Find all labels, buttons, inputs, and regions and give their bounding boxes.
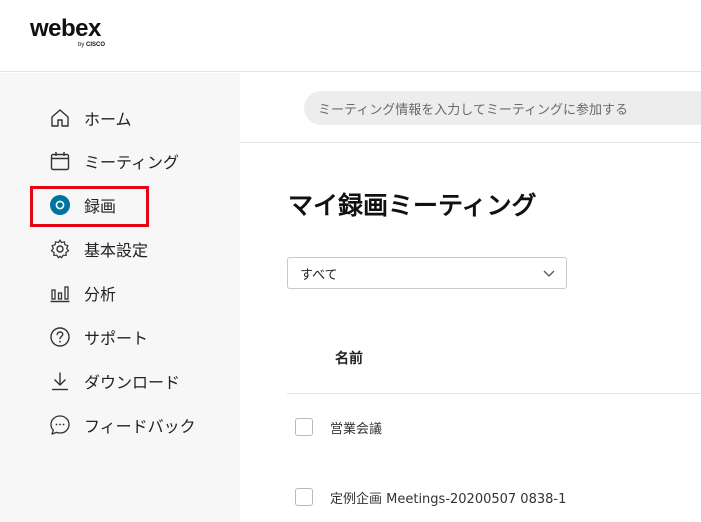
sidebar-item-label: 分析: [84, 285, 117, 304]
row-checkbox[interactable]: [295, 418, 313, 436]
sidebar-item-home[interactable]: ホーム: [48, 102, 132, 134]
divider: [287, 393, 701, 394]
sidebar-item-feedback[interactable]: フィードバック: [48, 409, 196, 441]
help-icon: [48, 325, 72, 349]
search-placeholder: ミーティング情報を入力してミーティングに参加する: [318, 102, 629, 118]
column-header-name[interactable]: 名前: [335, 348, 363, 368]
sidebar-item-label: ダウンロード: [84, 373, 181, 392]
page-title: マイ録画ミーティング: [288, 191, 537, 220]
sidebar-item-label: ホーム: [84, 110, 132, 129]
main-content: ミーティング情報を入力してミーティングに参加する マイ録画ミーティング すべて …: [240, 73, 701, 522]
webex-logo[interactable]: webex by CISCO: [30, 15, 105, 49]
logo-text: webex: [30, 15, 101, 42]
logo-subtext: by CISCO: [78, 42, 106, 48]
chat-bubble-icon: [48, 413, 72, 437]
table-row[interactable]: 定例企画 Meetings-20200507 0838-1: [295, 486, 566, 508]
sidebar-item-label: サポート: [84, 329, 149, 348]
top-header: webex by CISCO: [0, 0, 701, 72]
calendar-icon: [48, 149, 72, 173]
recording-name[interactable]: 営業会議: [330, 418, 382, 437]
sidebar-item-support[interactable]: サポート: [48, 321, 148, 353]
sidebar-item-label: 基本設定: [84, 241, 149, 260]
sidebar-item-label: ミーティング: [84, 153, 180, 172]
sidebar-item-meetings[interactable]: ミーティング: [48, 145, 179, 177]
sidebar-item-preferences[interactable]: 基本設定: [48, 233, 148, 265]
table-row[interactable]: 営業会議: [295, 416, 382, 438]
download-icon: [48, 369, 72, 393]
sidebar-item-downloads[interactable]: ダウンロード: [48, 365, 180, 397]
highlight-annotation: [30, 186, 149, 227]
recording-name[interactable]: 定例企画 Meetings-20200507 0838-1: [330, 488, 566, 507]
bar-chart-icon: [48, 281, 72, 305]
row-checkbox[interactable]: [295, 488, 313, 506]
chevron-down-icon: [543, 270, 555, 277]
sidebar: ホーム ミーティング 録画 基本設定 分析 サポート ダウンロード フィードバッ…: [0, 73, 240, 522]
search-bar-area: ミーティング情報を入力してミーティングに参加する: [240, 73, 701, 143]
sidebar-item-label: フィードバック: [84, 417, 196, 436]
gear-icon: [48, 237, 72, 261]
sidebar-item-analytics[interactable]: 分析: [48, 277, 116, 309]
filter-value: すべて: [300, 267, 338, 283]
search-input[interactable]: ミーティング情報を入力してミーティングに参加する: [304, 91, 701, 125]
home-icon: [48, 106, 72, 130]
recording-filter-select[interactable]: すべて: [287, 257, 567, 289]
